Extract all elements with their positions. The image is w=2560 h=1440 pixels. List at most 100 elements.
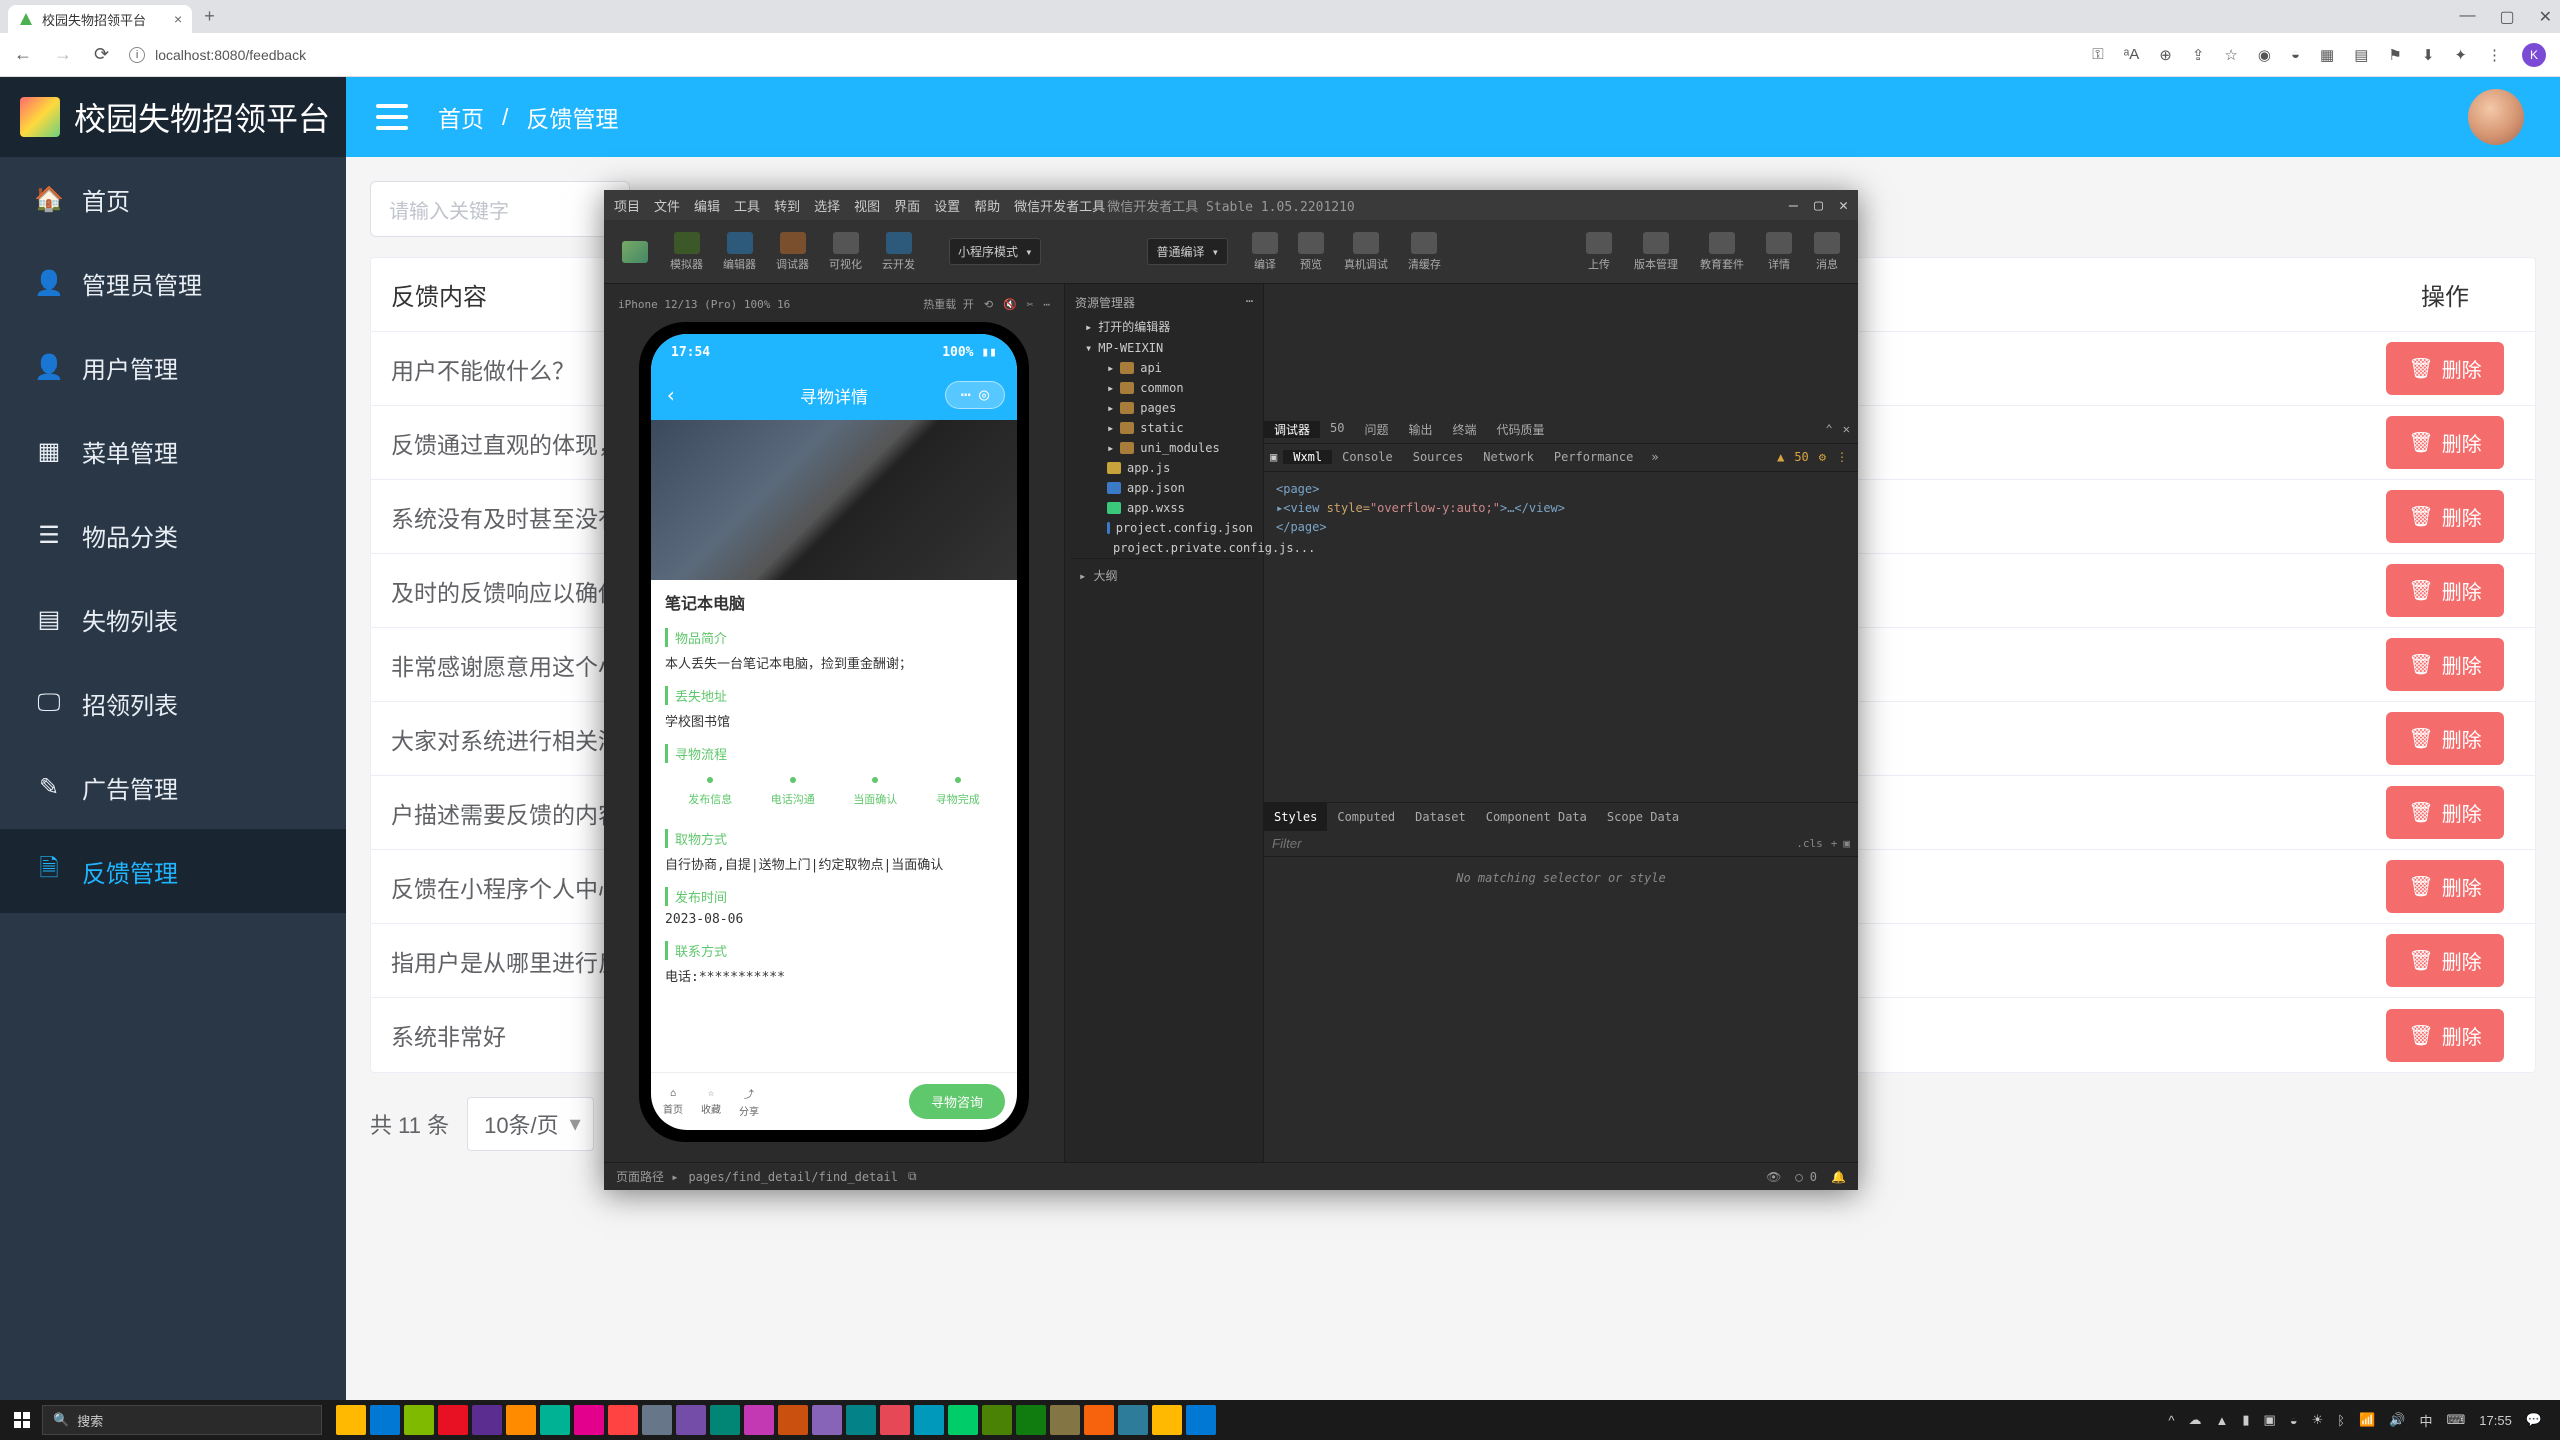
close-window-icon[interactable]: ✕ xyxy=(2539,7,2552,27)
tree-folder[interactable]: ▸ static xyxy=(1071,418,1257,438)
sidebar-item-found[interactable]: 🖵招领列表 xyxy=(0,661,346,745)
bottom-fav-icon[interactable]: ☆收藏 xyxy=(701,1088,721,1116)
outline-section[interactable]: ▸ 大纲 xyxy=(1071,558,1257,592)
search-input[interactable]: 请输入关键字 xyxy=(370,181,630,237)
menu-item[interactable]: 选择 xyxy=(814,196,840,215)
page-size-select[interactable]: 10条/页 xyxy=(467,1097,594,1151)
tray-cast-icon[interactable]: ▣ xyxy=(2263,1412,2275,1428)
settings-icon[interactable]: ⚙ xyxy=(1819,450,1826,464)
sidebar-item-admin[interactable]: 👤管理员管理 xyxy=(0,241,346,325)
maximize-icon[interactable]: ▢ xyxy=(2499,7,2514,27)
tree-folder[interactable]: ▸ pages xyxy=(1071,398,1257,418)
back-icon[interactable]: ‹ xyxy=(665,383,677,407)
tree-folder[interactable]: ▸ uni_modules xyxy=(1071,438,1257,458)
tree-file[interactable]: project.config.json xyxy=(1071,518,1257,538)
toolbar-button[interactable]: 教育套件 xyxy=(1692,228,1752,276)
add-style-icon[interactable]: + xyxy=(1831,837,1838,850)
taskbar-app-icon[interactable] xyxy=(948,1405,978,1435)
toolbar-button[interactable]: 可视化 xyxy=(821,228,870,276)
menu-item[interactable]: 转到 xyxy=(774,196,800,215)
styles-tab[interactable]: Dataset xyxy=(1405,803,1476,831)
close-panel-icon[interactable]: ✕ xyxy=(1843,422,1850,436)
taskbar-app-icon[interactable] xyxy=(1118,1405,1148,1435)
tray-battery-icon[interactable]: ▮ xyxy=(2242,1412,2249,1428)
tray-cloud-icon[interactable]: ☁ xyxy=(2188,1412,2201,1428)
bell-icon[interactable]: 🔔 xyxy=(1831,1170,1846,1184)
menu-icon[interactable]: ⋮ xyxy=(2487,46,2502,64)
tray-ime-icon[interactable]: 中 xyxy=(2419,1411,2432,1430)
tree-folder[interactable]: ▸ api xyxy=(1071,358,1257,378)
tray-weather-icon[interactable]: ☀ xyxy=(2312,1412,2324,1428)
rotate-icon[interactable]: ⟲ xyxy=(984,298,993,311)
profile-avatar[interactable]: K xyxy=(2522,43,2546,67)
styles-tab[interactable]: Component Data xyxy=(1476,803,1597,831)
toolbar-button[interactable]: 编辑器 xyxy=(715,228,764,276)
more-tabs-icon[interactable]: » xyxy=(1643,450,1666,464)
more-icon[interactable]: ⋯ xyxy=(1043,298,1050,311)
tree-open-editors[interactable]: ▸ 打开的编辑器 xyxy=(1071,315,1257,338)
sidebar-item-home[interactable]: 🏠首页 xyxy=(0,157,346,241)
reload-icon[interactable]: ⟳ xyxy=(94,44,109,65)
tree-file[interactable]: app.wxss xyxy=(1071,498,1257,518)
sidebar-item-menu[interactable]: ▦菜单管理 xyxy=(0,409,346,493)
copy-icon[interactable]: ⧉ xyxy=(908,1169,917,1184)
tray-chevron-icon[interactable]: ^ xyxy=(2168,1413,2174,1428)
menu-item[interactable]: 帮助 xyxy=(974,196,1000,215)
console-menu-icon[interactable]: ⋮ xyxy=(1836,450,1848,464)
tray-wifi-icon[interactable]: 📶 xyxy=(2359,1412,2375,1428)
circle-icon[interactable]: ◯ 0 xyxy=(1795,1170,1817,1184)
toolbar-button[interactable]: 预览 xyxy=(1290,228,1332,276)
browser-tab[interactable]: 校园失物招领平台 × xyxy=(8,5,192,33)
minimize-icon[interactable]: — xyxy=(2459,7,2475,27)
taskbar-search[interactable]: 🔍 搜索 xyxy=(42,1405,322,1435)
warning-count[interactable]: 50 xyxy=(1794,450,1808,464)
taskbar-app-icon[interactable] xyxy=(1016,1405,1046,1435)
debugger-tab[interactable]: 输出 xyxy=(1398,421,1442,438)
menu-item[interactable]: 微信开发者工具 xyxy=(1014,196,1105,215)
puzzle-icon[interactable]: ✦ xyxy=(2454,46,2467,64)
menu-item[interactable]: 项目 xyxy=(614,196,640,215)
toolbar-button[interactable]: 版本管理 xyxy=(1626,228,1686,276)
console-tab[interactable]: Sources xyxy=(1403,450,1474,464)
taskbar-app-icon[interactable] xyxy=(676,1405,706,1435)
translate-icon[interactable]: ᵃA xyxy=(2124,46,2140,63)
debugger-tab[interactable]: 50 xyxy=(1320,421,1354,435)
taskbar-app-icon[interactable] xyxy=(506,1405,536,1435)
toolbar-button[interactable]: 编译 xyxy=(1244,228,1286,276)
cut-icon[interactable]: ✂ xyxy=(1027,298,1034,311)
filter-input[interactable] xyxy=(1272,836,1796,851)
hamburger-icon[interactable] xyxy=(376,104,408,130)
menu-item[interactable]: 编辑 xyxy=(694,196,720,215)
debugger-tab[interactable]: 问题 xyxy=(1354,421,1398,438)
menu-item[interactable]: 设置 xyxy=(934,196,960,215)
new-tab-button[interactable]: + xyxy=(204,6,215,27)
tree-root[interactable]: ▾ MP-WEIXIN xyxy=(1071,338,1257,358)
wxml-inspector[interactable]: <page> ▸<view style="overflow-y:auto;">…… xyxy=(1264,472,1858,802)
taskbar-app-icon[interactable] xyxy=(914,1405,944,1435)
taskbar-app-icon[interactable] xyxy=(608,1405,638,1435)
delete-button[interactable]: 🗑删除 xyxy=(2386,490,2503,543)
sidebar-item-category[interactable]: ☰物品分类 xyxy=(0,493,346,577)
inspect-icon[interactable]: ▣ xyxy=(1264,450,1283,464)
start-button[interactable] xyxy=(6,1404,38,1436)
tray-onedrive-icon[interactable]: ▲ xyxy=(2215,1413,2228,1428)
hot-reload-toggle[interactable]: 热重载 开 xyxy=(923,296,974,312)
device-selector[interactable]: iPhone 12/13 (Pro) 100% 16 xyxy=(618,298,790,311)
taskbar-app-icon[interactable] xyxy=(404,1405,434,1435)
taskbar-app-icon[interactable] xyxy=(438,1405,468,1435)
taskbar-app-icon[interactable] xyxy=(846,1405,876,1435)
taskbar-app-icon[interactable] xyxy=(880,1405,910,1435)
star-icon[interactable]: ☆ xyxy=(2224,46,2237,64)
delete-button[interactable]: 🗑删除 xyxy=(2386,786,2503,839)
taskbar-app-icon[interactable] xyxy=(642,1405,672,1435)
console-tab[interactable]: Performance xyxy=(1544,450,1643,464)
styles-tab[interactable]: Computed xyxy=(1327,803,1405,831)
taskbar-app-icon[interactable] xyxy=(744,1405,774,1435)
eye-icon[interactable]: 👁 xyxy=(1766,1170,1781,1184)
back-icon[interactable]: ← xyxy=(14,44,32,65)
debugger-tab[interactable]: 调试器 xyxy=(1264,421,1320,438)
avatar-tool[interactable] xyxy=(614,237,656,267)
reader-icon[interactable]: ▤ xyxy=(2354,46,2368,64)
site-info-icon[interactable]: i xyxy=(129,47,145,63)
avatar[interactable] xyxy=(2468,89,2524,145)
